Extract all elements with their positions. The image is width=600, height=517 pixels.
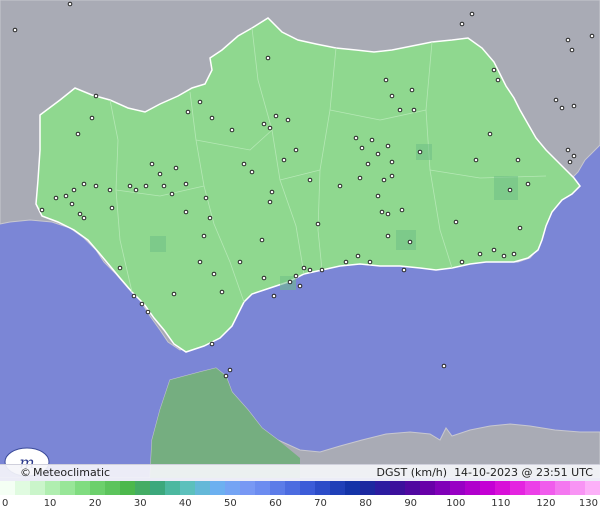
color-scale-labels: 0 10 20 30 40 50 60 70 80 90 100 110 120 130 xyxy=(0,498,600,512)
color-scale-swatch xyxy=(30,481,45,495)
variable-label: DGST (km/h) xyxy=(376,466,448,479)
color-scale-swatch xyxy=(450,481,465,495)
color-scale-tick: 110 xyxy=(491,498,511,509)
color-scale-swatch xyxy=(405,481,420,495)
color-scale-tick: 20 xyxy=(88,498,102,509)
color-scale-swatch xyxy=(585,481,600,495)
color-scale-swatch xyxy=(375,481,390,495)
color-scale-tick: 40 xyxy=(178,498,192,509)
color-scale-swatch xyxy=(45,481,60,495)
color-scale-swatch xyxy=(120,481,135,495)
color-scale-bar xyxy=(0,481,600,495)
color-scale-swatch xyxy=(60,481,75,495)
color-scale-swatch xyxy=(330,481,345,495)
color-scale-swatch xyxy=(525,481,540,495)
color-scale-tick: 80 xyxy=(359,498,372,509)
color-scale-swatch xyxy=(465,481,480,495)
color-scale-swatch xyxy=(345,481,360,495)
color-scale-swatch xyxy=(105,481,120,495)
color-scale-swatch xyxy=(225,481,240,495)
color-scale-swatch xyxy=(315,481,330,495)
map-footer: © Meteoclimatic DGST (km/h) 14-10-2023 @ … xyxy=(0,464,600,482)
color-scale-swatch xyxy=(180,481,195,495)
color-scale-swatch xyxy=(150,481,165,495)
color-scale: 0 10 20 30 40 50 60 70 80 90 100 110 120 130 xyxy=(0,481,600,517)
color-scale-swatch xyxy=(15,481,30,495)
color-scale-tick: 100 xyxy=(446,498,466,509)
color-scale-swatch xyxy=(255,481,270,495)
color-scale-tick: 30 xyxy=(133,498,147,509)
color-scale-swatch xyxy=(240,481,255,495)
color-scale-swatch xyxy=(135,481,150,495)
color-scale-swatch xyxy=(300,481,315,495)
color-scale-swatch xyxy=(360,481,375,495)
color-scale-tick: 50 xyxy=(224,498,237,509)
color-scale-swatch xyxy=(285,481,300,495)
color-scale-swatch xyxy=(195,481,210,495)
color-scale-swatch xyxy=(270,481,285,495)
brand-label: © Meteoclimatic xyxy=(20,466,110,479)
color-scale-swatch xyxy=(210,481,225,495)
color-scale-tick: 60 xyxy=(269,498,282,509)
brand-name: Meteoclimatic xyxy=(33,466,111,479)
color-scale-swatch xyxy=(90,481,105,495)
timestamp-label: 14-10-2023 @ 23:51 UTC xyxy=(454,466,593,479)
color-scale-swatch xyxy=(165,481,180,495)
color-scale-swatch xyxy=(480,481,495,495)
color-scale-tick: 10 xyxy=(43,498,57,509)
color-scale-tick: 0 xyxy=(2,498,9,509)
color-scale-swatch xyxy=(0,481,15,495)
map-caption: DGST (km/h) 14-10-2023 @ 23:51 UTC xyxy=(377,466,593,479)
color-scale-swatch xyxy=(495,481,510,495)
color-scale-swatch xyxy=(555,481,570,495)
color-scale-swatch xyxy=(435,481,450,495)
wind-gust-map[interactable]: m xyxy=(0,0,600,478)
copyright-symbol: © xyxy=(20,466,31,479)
map-viewer: m © Meteoclimatic DGST (km/h) 14-10-2023 … xyxy=(0,0,600,517)
color-scale-tick: 130 xyxy=(578,498,598,509)
color-scale-swatch xyxy=(75,481,90,495)
color-scale-swatch xyxy=(570,481,585,495)
color-scale-swatch xyxy=(390,481,405,495)
color-scale-tick: 90 xyxy=(404,498,418,509)
color-scale-swatch xyxy=(540,481,555,495)
color-scale-tick: 70 xyxy=(314,498,327,509)
color-scale-swatch xyxy=(420,481,435,495)
color-scale-tick: 120 xyxy=(536,498,556,509)
color-scale-swatch xyxy=(510,481,525,495)
